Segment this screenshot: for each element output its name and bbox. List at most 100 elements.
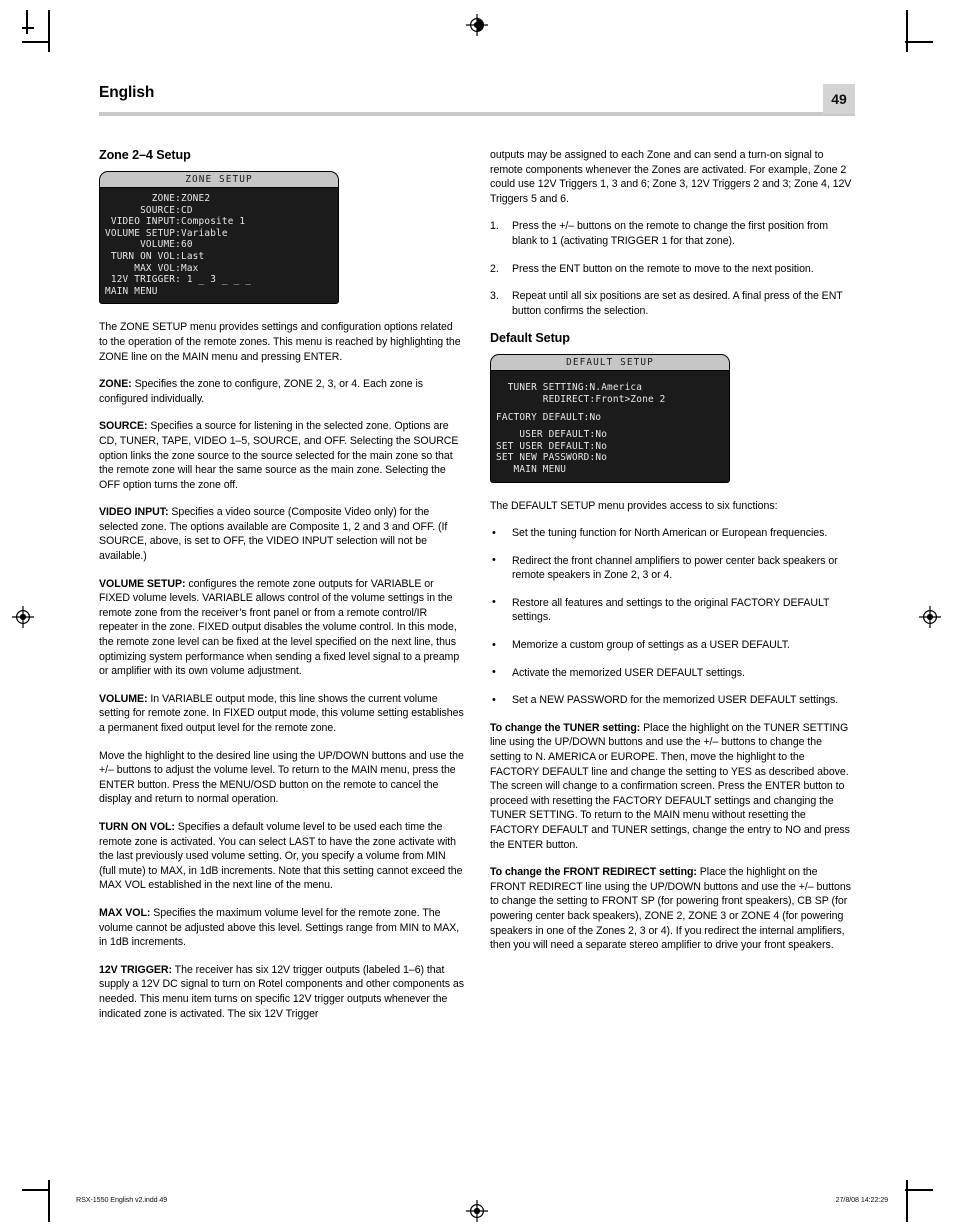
footer-filename: RSX-1550 English v2.indd 49: [76, 1195, 168, 1204]
osd-line: MAIN MENU: [496, 463, 567, 475]
default-setup-osd-body: TUNER SETTING:N.America REDIRECT:Front>Z…: [491, 371, 729, 482]
bullet-icon: •: [492, 526, 496, 539]
crop-mark-bottom-left-horizontal: [22, 1189, 50, 1191]
bullet-icon: •: [492, 666, 496, 679]
crop-mark-top-left-horizontal: [22, 41, 50, 43]
crop-mark-top-left-outer-vertical: [26, 10, 28, 34]
osd-line: VOLUME SETUP:Variable: [105, 227, 228, 239]
default-setup-paragraphs: To change the TUNER setting: Place the h…: [490, 721, 855, 953]
body-paragraph: To change the TUNER setting: Place the h…: [490, 721, 855, 852]
bullet-text: Redirect the front channel amplifiers to…: [512, 554, 838, 582]
paragraph-lead: VIDEO INPUT:: [99, 506, 169, 519]
paragraph-text: Move the highlight to the desired line u…: [99, 749, 464, 806]
paragraph-lead: To change the FRONT REDIRECT setting:: [490, 866, 697, 879]
page-footer: RSX-1550 English v2.indd 49 27/8/08 14:2…: [0, 1195, 954, 1219]
paragraph-lead: To change the TUNER setting:: [490, 721, 641, 734]
body-paragraph: 12V TRIGGER: The receiver has six 12V tr…: [99, 963, 464, 1021]
osd-line: SET USER DEFAULT:No: [496, 440, 608, 452]
paragraph-lead: VOLUME:: [99, 692, 148, 705]
bullet-text: Restore all features and settings to the…: [512, 596, 830, 624]
paragraph-text: In VARIABLE output mode, this line shows…: [99, 692, 464, 734]
crop-mark-top-left-vertical: [48, 10, 50, 52]
body-paragraph: Move the highlight to the desired line u…: [99, 749, 464, 807]
list-item: 1. Press the +/– buttons on the remote to…: [490, 219, 855, 248]
osd-line: SOURCE:CD: [105, 204, 193, 216]
body-paragraph: The ZONE SETUP menu provides settings an…: [99, 320, 464, 364]
osd-line: MAX VOL:Max: [105, 262, 199, 274]
step-text: Press the ENT button on the remote to mo…: [512, 262, 814, 275]
paragraph-lead: ZONE:: [99, 378, 132, 391]
registration-mark-top-center: [466, 14, 488, 36]
bullet-icon: •: [492, 554, 496, 567]
step-text: Press the +/– buttons on the remote to c…: [512, 220, 829, 247]
crop-mark-bottom-right-horizontal: [905, 1189, 933, 1191]
body-paragraph: SOURCE: Specifies a source for listening…: [99, 419, 464, 492]
zone-setup-paragraphs: The ZONE SETUP menu provides settings an…: [99, 320, 464, 1021]
default-setup-osd-title: DEFAULT SETUP: [491, 355, 729, 372]
crop-mark-top-right-vertical: [906, 10, 908, 52]
page-title: English: [99, 84, 155, 101]
list-item: • Activate the memorized USER DEFAULT set…: [490, 666, 855, 681]
list-item: 2. Press the ENT button on the remote to …: [490, 262, 855, 277]
default-setup-heading: Default Setup: [490, 331, 570, 346]
step-number: 2.: [490, 262, 499, 275]
osd-line: TURN ON VOL:Last: [105, 250, 205, 262]
zone-setup-osd-title: ZONE SETUP: [100, 172, 338, 188]
body-paragraph: MAX VOL: Specifies the maximum volume le…: [99, 906, 464, 950]
bullet-icon: •: [492, 638, 496, 651]
osd-line: REDIRECT:Front>Zone 2: [496, 393, 666, 405]
bullet-icon: •: [492, 693, 496, 706]
body-paragraph: To change the FRONT REDIRECT setting: Pl…: [490, 865, 855, 953]
body-paragraph: VOLUME SETUP: configures the remote zone…: [99, 577, 464, 679]
default-setup-functions-list: • Set the tuning function for North Ameri…: [490, 526, 855, 708]
bullet-text: Set a NEW PASSWORD for the memorized USE…: [512, 694, 839, 707]
osd-line: TUNER SETTING:N.America: [496, 382, 643, 394]
osd-line: USER DEFAULT:No: [496, 429, 608, 441]
step-text: Repeat until all six positions are set a…: [512, 290, 843, 317]
osd-line: SET NEW PASSWORD:No: [496, 452, 608, 464]
paragraph-lead: TURN ON VOL:: [99, 820, 175, 833]
zone-setup-osd-screen: ZONE SETUP ZONE:ZONE2 SOURCE:CD VIDEO IN…: [99, 171, 339, 305]
page-header: English 49: [99, 84, 855, 118]
paragraph-lead: SOURCE:: [99, 420, 148, 433]
list-item: • Memorize a custom group of settings as …: [490, 638, 855, 653]
osd-line: MAIN MENU: [105, 285, 158, 297]
paragraph-lead: MAX VOL:: [99, 906, 151, 919]
left-column: Zone 2–4 Setup ZONE SETUP ZONE:ZONE2 SOU…: [99, 148, 464, 1021]
content-columns: Zone 2–4 Setup ZONE SETUP ZONE:ZONE2 SOU…: [99, 148, 855, 1021]
crop-mark-top-left-outer-horizontal: [22, 27, 34, 29]
paragraph-text: Specifies a source for listening in the …: [99, 420, 459, 491]
registration-mark-left-middle: [12, 606, 34, 628]
paragraph-text: Place the highlight on the TUNER SETTING…: [490, 721, 850, 851]
paragraph-lead: 12V TRIGGER:: [99, 963, 172, 976]
zone-setup-heading: Zone 2–4 Setup: [99, 148, 191, 162]
default-setup-intro: The DEFAULT SETUP menu provides access t…: [490, 499, 778, 512]
bullet-text: Activate the memorized USER DEFAULT sett…: [512, 666, 745, 679]
crop-mark-top-right-horizontal: [905, 41, 933, 43]
step-number: 3.: [490, 290, 499, 303]
osd-line: VOLUME:60: [105, 239, 193, 251]
list-item: • Redirect the front channel amplifiers t…: [490, 554, 855, 583]
paragraph-text: The ZONE SETUP menu provides settings an…: [99, 321, 461, 363]
default-setup-osd-screen: DEFAULT SETUP TUNER SETTING:N.America RE…: [490, 354, 730, 483]
osd-line: VIDEO INPUT:Composite 1: [105, 216, 246, 228]
paragraph-lead: VOLUME SETUP:: [99, 577, 186, 590]
right-column: outputs may be assigned to each Zone and…: [490, 148, 855, 1021]
registration-mark-right-middle: [919, 606, 941, 628]
body-paragraph: ZONE: Specifies the zone to configure, Z…: [99, 377, 464, 406]
page-number-badge: 49: [823, 84, 855, 114]
list-item: • Set a NEW PASSWORD for the memorized US…: [490, 693, 855, 708]
osd-line: FACTORY DEFAULT:No: [496, 411, 602, 423]
osd-line: 12V TRIGGER: 1 _ 3 _ _ _: [105, 274, 252, 286]
body-paragraph: VIDEO INPUT: Specifies a video source (C…: [99, 505, 464, 563]
paragraph-text: Specifies the zone to configure, ZONE 2,…: [99, 378, 423, 405]
bullet-text: Memorize a custom group of settings as a…: [512, 639, 790, 652]
osd-line: ZONE:ZONE2: [105, 193, 211, 204]
zone-setup-osd-body: ZONE:ZONE2 SOURCE:CD VIDEO INPUT:Composi…: [100, 188, 338, 304]
trigger-continuation-paragraph: outputs may be assigned to each Zone and…: [490, 149, 852, 205]
header-divider: [99, 112, 855, 116]
page-number: 49: [831, 91, 847, 107]
list-item: • Set the tuning function for North Ameri…: [490, 526, 855, 541]
bullet-icon: •: [492, 596, 496, 609]
body-paragraph: TURN ON VOL: Specifies a default volume …: [99, 820, 464, 893]
